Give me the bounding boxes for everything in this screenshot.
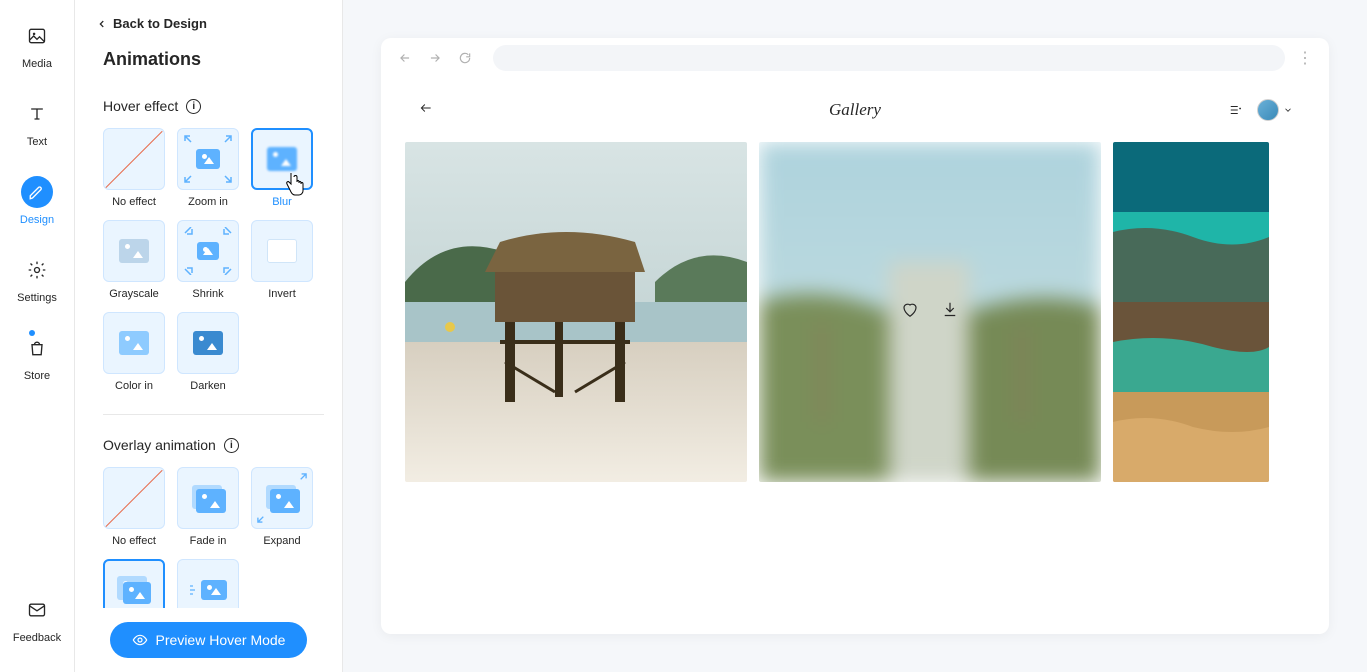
browser-url-bar[interactable] <box>493 45 1285 71</box>
hover-option-invert[interactable]: Invert <box>251 220 313 300</box>
info-icon[interactable]: i <box>224 438 239 453</box>
heart-icon[interactable] <box>901 301 919 324</box>
overlay-option-no-effect[interactable]: No effect <box>103 467 165 547</box>
nav-label: Settings <box>17 292 57 304</box>
hover-option-blur[interactable]: Blur <box>251 128 313 208</box>
slide-lines-icon <box>189 584 199 596</box>
nav-label: Text <box>27 136 47 148</box>
shrink-icon <box>177 220 239 282</box>
hover-option-zoom-in[interactable]: Zoom in <box>177 128 239 208</box>
browser-back-button[interactable] <box>395 48 415 68</box>
hover-option-darken[interactable]: Darken <box>177 312 239 392</box>
browser-menu-button[interactable]: ⋮ <box>1295 48 1315 68</box>
page-list-toggle-button[interactable] <box>1227 103 1245 117</box>
overlay-option-slide[interactable] <box>177 559 239 608</box>
page-back-button[interactable] <box>417 101 435 120</box>
back-label: Back to Design <box>113 16 207 31</box>
info-icon[interactable]: i <box>186 99 201 114</box>
no-effect-icon <box>103 128 165 190</box>
hover-option-color-in[interactable]: Color in <box>103 312 165 392</box>
eye-icon <box>132 632 148 648</box>
nav-item-design[interactable]: Design <box>20 176 54 226</box>
page-account-menu[interactable] <box>1257 99 1293 121</box>
browser-refresh-button[interactable] <box>455 48 475 68</box>
design-panel: Back to Design Animations Hover effect i… <box>75 0 343 672</box>
nav-label: Media <box>22 58 52 70</box>
page-title: Gallery <box>829 100 881 120</box>
hover-effect-section-label: Hover effect i <box>103 98 324 114</box>
avatar <box>1257 99 1279 121</box>
nav-item-media[interactable]: Media <box>21 20 53 70</box>
canvas-area: ⋮ Gallery <box>343 0 1367 672</box>
nav-label: Design <box>20 214 54 226</box>
overlay-option-pop[interactable] <box>103 559 165 608</box>
gallery-image-3[interactable] <box>1113 142 1269 482</box>
overlay-animation-section-label: Overlay animation i <box>103 437 324 453</box>
preview-browser: ⋮ Gallery <box>381 38 1329 634</box>
nav-label: Feedback <box>13 632 61 644</box>
no-effect-icon <box>103 467 165 529</box>
text-icon <box>21 98 53 130</box>
overlay-animation-grid: No effect Fade in <box>103 467 324 608</box>
feedback-icon <box>21 594 53 626</box>
nav-item-feedback[interactable]: Feedback <box>13 594 61 644</box>
hover-option-grayscale[interactable]: Grayscale <box>103 220 165 300</box>
overlay-option-expand[interactable]: Expand <box>251 467 313 547</box>
divider <box>103 414 324 415</box>
hover-option-shrink[interactable]: Shrink <box>177 220 239 300</box>
hover-option-no-effect[interactable]: No effect <box>103 128 165 208</box>
badge-dot <box>29 330 35 336</box>
panel-title: Animations <box>103 49 324 70</box>
preview-hover-mode-button[interactable]: Preview Hover Mode <box>110 622 308 658</box>
back-to-design-button[interactable]: Back to Design <box>97 16 324 31</box>
nav-rail: Media Text Design Settings Store Feedbac… <box>0 0 75 672</box>
expand-icon <box>251 467 313 529</box>
preview-page: Gallery <box>381 78 1329 634</box>
nav-item-text[interactable]: Text <box>21 98 53 148</box>
nav-item-settings[interactable]: Settings <box>17 254 57 304</box>
gallery-image-2[interactable] <box>759 142 1101 482</box>
chevron-left-icon <box>97 19 107 29</box>
media-icon <box>21 20 53 52</box>
hover-effect-grid: No effect Zoom in Blur <box>103 128 324 392</box>
chevron-down-icon <box>1283 105 1293 115</box>
design-icon <box>21 176 53 208</box>
gallery <box>405 142 1305 610</box>
settings-icon <box>21 254 53 286</box>
store-icon <box>21 332 53 364</box>
download-icon[interactable] <box>941 301 959 324</box>
browser-toolbar: ⋮ <box>381 38 1329 78</box>
browser-forward-button[interactable] <box>425 48 445 68</box>
gallery-image-1[interactable] <box>405 142 747 482</box>
zoom-in-icon <box>177 128 239 190</box>
overlay-option-fade-in[interactable]: Fade in <box>177 467 239 547</box>
nav-label: Store <box>24 370 50 382</box>
nav-item-store[interactable]: Store <box>21 332 53 382</box>
